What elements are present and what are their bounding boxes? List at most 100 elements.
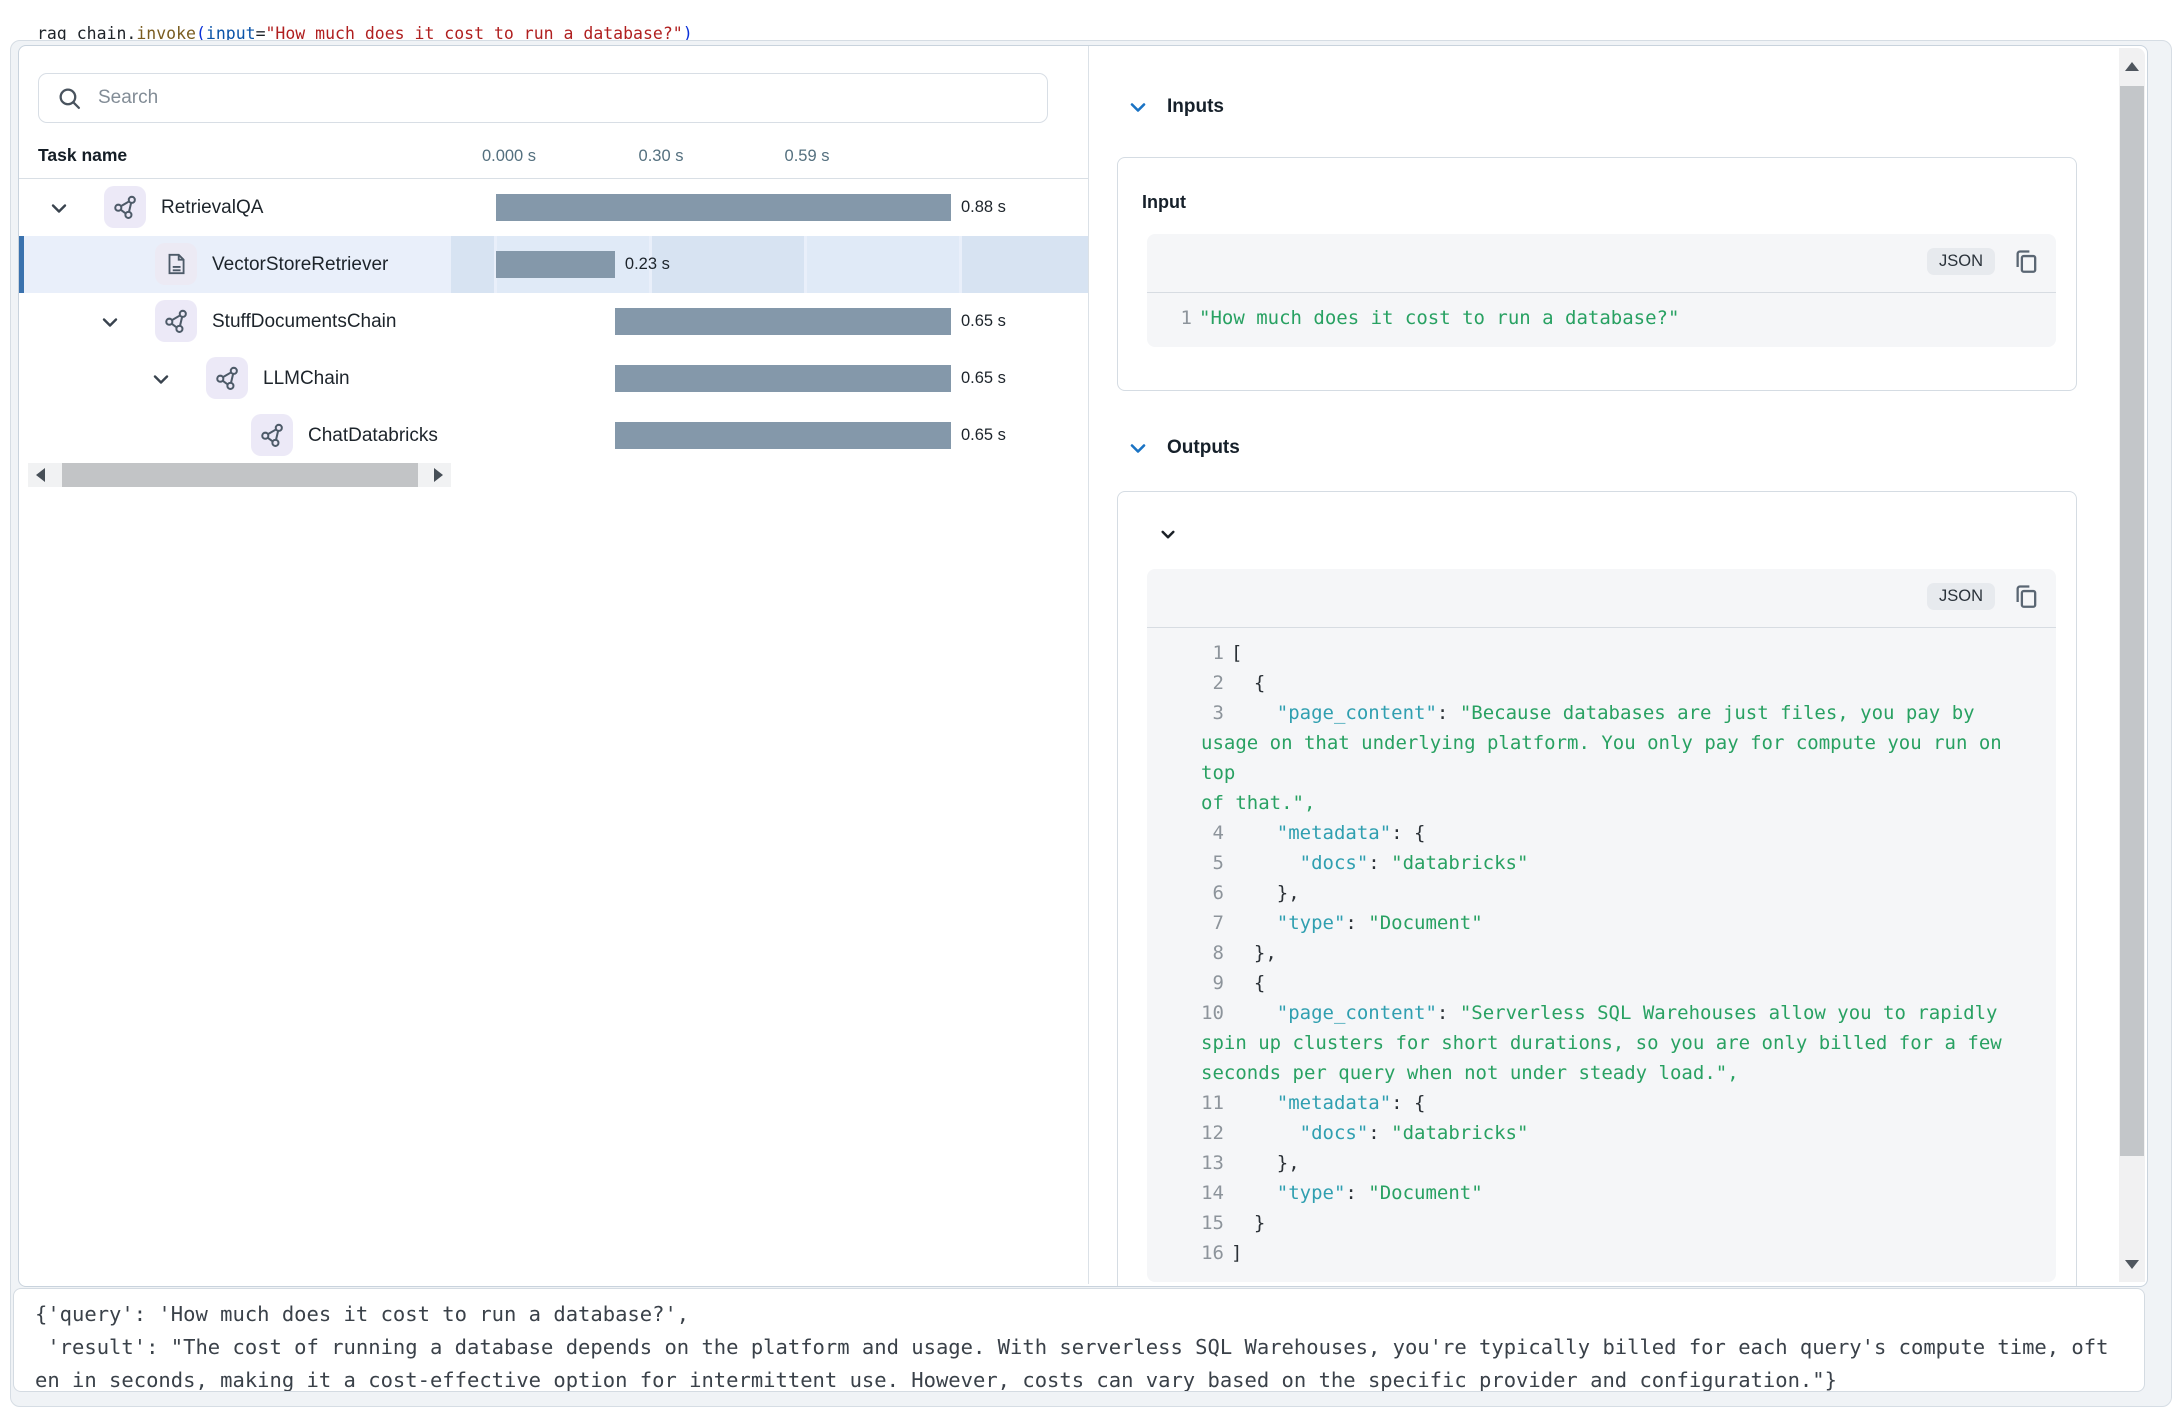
- code-segment: "How much does it cost to run a database…: [1199, 307, 1679, 329]
- line-number: 9: [1201, 968, 1224, 998]
- line-number: 1: [1169, 303, 1192, 333]
- task-row-vectorstoreretriever[interactable]: 0.23 sVectorStoreRetriever: [19, 236, 1088, 293]
- chevron-down-icon[interactable]: [152, 373, 170, 385]
- code-segment: "type": [1277, 1182, 1346, 1204]
- code-segment: of that.",: [1201, 792, 1315, 814]
- code-line: 8 },: [1201, 938, 2046, 968]
- task-row-retrievalqa[interactable]: 0.88 s RetrievalQA: [19, 179, 1088, 236]
- code-segment: {: [1231, 972, 1265, 994]
- outputs-card: JSON 1[2 {3 "page_content": "Because dat…: [1117, 491, 2077, 1287]
- section-header-inputs[interactable]: Inputs: [1129, 96, 1224, 118]
- json-format-badge[interactable]: JSON: [1927, 583, 1995, 610]
- section-header-outputs[interactable]: Outputs: [1129, 437, 1240, 459]
- line-number: 12: [1201, 1118, 1224, 1148]
- collapse-chevron-icon[interactable]: [1160, 528, 1176, 540]
- code-segment: spin up clusters for short durations, so…: [1201, 1032, 2002, 1054]
- input-card-title: Input: [1142, 192, 1186, 213]
- line-number: 2: [1201, 668, 1224, 698]
- code-segment: [1231, 822, 1277, 844]
- task-name-cell: StuffDocumentsChain: [19, 293, 451, 350]
- task-row-chatdatabricks[interactable]: 0.65 sChatDatabricks: [19, 407, 1088, 464]
- code-line: 4 "metadata": {: [1201, 818, 2046, 848]
- code-segment: "page_content": [1277, 702, 1437, 724]
- timeline-band: [451, 236, 494, 293]
- chain-icon: [259, 422, 286, 449]
- duration-bar[interactable]: [615, 365, 951, 392]
- chain-icon: [214, 365, 241, 392]
- json-format-badge[interactable]: JSON: [1927, 248, 1995, 275]
- code-segment: "Document": [1368, 1182, 1482, 1204]
- code-segment: },: [1231, 1152, 1300, 1174]
- task-icon-tile: [155, 300, 197, 342]
- code-segment: "docs": [1300, 852, 1369, 874]
- line-number: 5: [1201, 848, 1224, 878]
- code-line: usage on that underlying platform. You o…: [1201, 728, 2046, 788]
- duration-label: 0.65 s: [961, 350, 1006, 407]
- code-line: 7 "type": "Document": [1201, 908, 2046, 938]
- line-number: 4: [1201, 818, 1224, 848]
- code-line: 1 "How much does it cost to run a databas…: [1169, 303, 2046, 333]
- line-number: 3: [1201, 698, 1224, 728]
- horizontal-scrollbar-thumb[interactable]: [62, 463, 418, 487]
- code-segment: [1231, 1122, 1300, 1144]
- code-segment: :: [1345, 912, 1368, 934]
- line-number: 10: [1201, 998, 1224, 1028]
- code-segment: "docs": [1300, 1122, 1369, 1144]
- chevron-down-icon[interactable]: [50, 202, 68, 214]
- code-line: 5 "docs": "databricks": [1201, 848, 2046, 878]
- code-block-header: JSON: [1147, 569, 2056, 628]
- duration-bar[interactable]: [496, 251, 615, 278]
- timeline-band: [807, 236, 959, 293]
- code-line: 15 }: [1201, 1208, 2046, 1238]
- code-segment: :: [1437, 702, 1460, 724]
- code-line: of that.",: [1201, 788, 2046, 818]
- code-segment: :: [1437, 1002, 1460, 1024]
- line-number: 1: [1201, 638, 1224, 668]
- scroll-down-icon[interactable]: [2125, 1260, 2139, 1269]
- chevron-down-icon[interactable]: [1129, 101, 1147, 113]
- code-segment: usage on that underlying platform. You o…: [1201, 732, 2013, 784]
- axis-tick-label: 0.30 s: [639, 147, 684, 166]
- task-row-llmchain[interactable]: 0.65 s LLMChain: [19, 350, 1088, 407]
- horizontal-scrollbar[interactable]: [28, 463, 451, 487]
- scroll-left-icon[interactable]: [36, 468, 45, 482]
- code-segment: [1231, 1182, 1277, 1204]
- axis-tick-label: 0.59 s: [785, 147, 830, 166]
- code-line: 6 },: [1201, 878, 2046, 908]
- task-label: StuffDocumentsChain: [212, 293, 396, 350]
- line-number: 7: [1201, 908, 1224, 938]
- task-label: ChatDatabricks: [308, 407, 438, 464]
- cell-output-text: {'query': 'How much does it cost to run …: [14, 1289, 2144, 1392]
- task-icon-tile: [104, 186, 146, 228]
- code-segment: "metadata": [1277, 822, 1391, 844]
- copy-icon[interactable]: [2011, 582, 2040, 611]
- row-timeline: 0.65 s: [451, 407, 1088, 464]
- duration-bar[interactable]: [615, 422, 951, 449]
- task-label: LLMChain: [263, 350, 350, 407]
- code-block-header: JSON: [1147, 234, 2056, 293]
- vertical-scrollbar-thumb[interactable]: [2120, 86, 2144, 1156]
- chevron-down-icon[interactable]: [101, 316, 119, 328]
- code-segment: "Serverless SQL Warehouses allow you to …: [1460, 1002, 1998, 1024]
- duration-bar[interactable]: [496, 194, 951, 221]
- line-number: 8: [1201, 938, 1224, 968]
- scroll-up-icon[interactable]: [2125, 62, 2139, 71]
- line-number: 14: [1201, 1178, 1224, 1208]
- task-label: RetrievalQA: [161, 179, 263, 236]
- scroll-right-icon[interactable]: [434, 468, 443, 482]
- duration-label: 0.23 s: [625, 236, 670, 293]
- code-segment: "databricks": [1391, 852, 1528, 874]
- line-number: 15: [1201, 1208, 1224, 1238]
- input-card: Input JSON 1 "How much does it cost to ru…: [1117, 157, 2077, 391]
- task-icon-tile: [251, 414, 293, 456]
- duration-bar[interactable]: [615, 308, 951, 335]
- duration-label: 0.88 s: [961, 179, 1006, 236]
- code-line: 9 {: [1201, 968, 2046, 998]
- vertical-scrollbar[interactable]: [2119, 48, 2145, 1282]
- code-segment: [1231, 1002, 1277, 1024]
- task-row-stuffdocumentschain[interactable]: 0.65 sStuffDocumentsChain: [19, 293, 1088, 350]
- copy-icon[interactable]: [2011, 247, 2040, 276]
- timeline-band: [652, 236, 804, 293]
- chevron-down-icon[interactable]: [1129, 442, 1147, 454]
- code-segment: :: [1368, 1122, 1391, 1144]
